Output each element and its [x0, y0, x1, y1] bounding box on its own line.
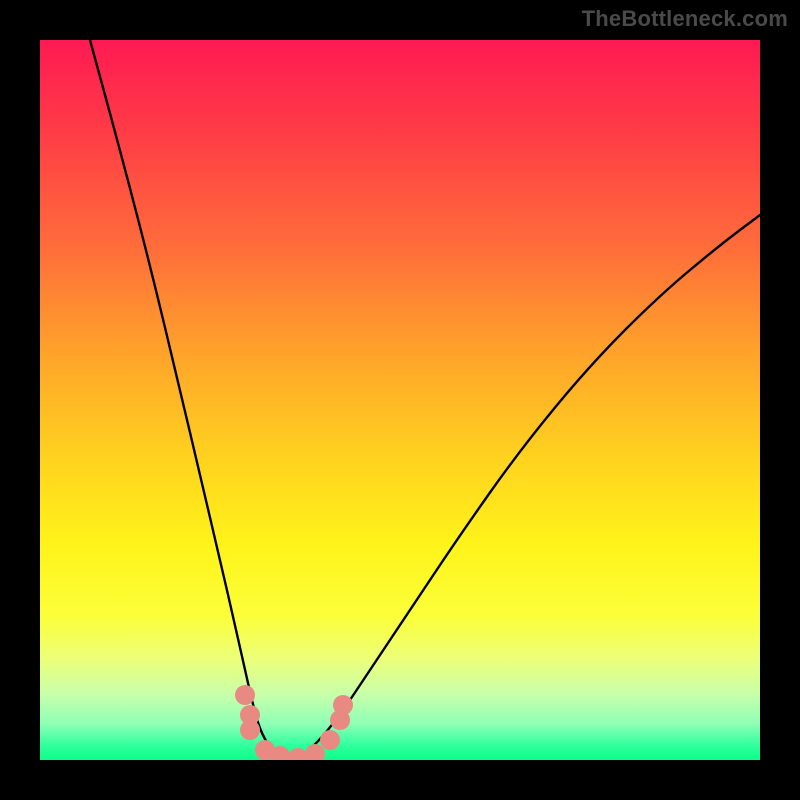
data-marker	[240, 720, 260, 740]
curve-layer	[40, 40, 760, 760]
plot-area	[40, 40, 760, 760]
data-marker	[235, 685, 255, 705]
right-curve	[298, 215, 760, 760]
left-curve	[90, 40, 298, 760]
data-markers	[235, 685, 353, 760]
outer-frame: TheBottleneck.com	[0, 0, 800, 800]
data-marker	[305, 744, 325, 760]
data-marker	[320, 730, 340, 750]
data-marker	[333, 695, 353, 715]
watermark-text: TheBottleneck.com	[582, 6, 788, 32]
